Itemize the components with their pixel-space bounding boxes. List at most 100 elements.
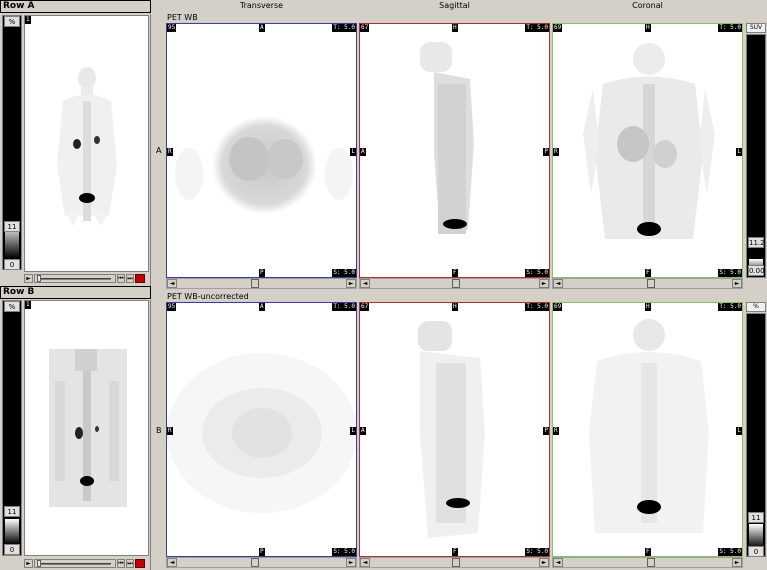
row-b-sagittal-left: A xyxy=(360,427,366,435)
row-b-coronal-thickness: T: 5.0 xyxy=(718,303,742,311)
scroll-right-arrow-icon[interactable]: ► xyxy=(732,558,742,567)
scroll-thumb[interactable] xyxy=(251,279,259,288)
column-header-transverse: Transverse xyxy=(239,1,284,10)
row-b-right-unit: % xyxy=(746,302,766,312)
slider-knob[interactable] xyxy=(37,275,41,282)
scroll-thumb[interactable] xyxy=(251,558,259,567)
row-b-coronal-view[interactable]: 69 H T: 5.0 R L F S: 5.0 xyxy=(552,302,743,557)
row-a-sagittal-slice: 67 xyxy=(360,24,370,32)
row-a-transverse-thickness: T: 5.0 xyxy=(332,24,356,32)
scroll-right-arrow-icon[interactable]: ► xyxy=(346,558,356,567)
column-header-coronal: Coronal xyxy=(632,1,663,10)
row-a-sagittal-spacing: S: 5.0 xyxy=(525,269,549,277)
row-b-sagittal-scrollbar[interactable]: ◄ ► xyxy=(359,557,550,568)
row-b-right-colorbar[interactable]: 11 0 xyxy=(746,313,766,557)
scroll-left-arrow-icon[interactable]: ◄ xyxy=(553,558,563,567)
row-a-coronal-thickness: T: 5.0 xyxy=(718,24,742,32)
row-a-sagittal-bottom: F xyxy=(452,269,458,277)
row-a-coronal-top: H xyxy=(645,24,651,32)
row-b-sagittal-view[interactable]: 67 H T: 5.0 A P F S: 5.0 xyxy=(359,302,550,557)
row-a-play-button[interactable]: ► xyxy=(24,274,33,283)
row-a-sagittal-thickness: T: 5.0 xyxy=(525,24,549,32)
row-a-transverse-view[interactable]: 95 A T: 5.0 R L P S: 5.0 xyxy=(166,23,357,278)
row-a-right-bottom-value: 0.00 xyxy=(748,265,765,276)
row-b-transverse-bottom: P xyxy=(259,548,265,556)
row-a-first-frame-button[interactable]: ⏮ xyxy=(117,274,125,283)
row-a-sagittal-scrollbar[interactable]: ◄ ► xyxy=(359,278,550,289)
row-a-left-bottom-value: 0 xyxy=(4,259,20,270)
row-b-letter: B xyxy=(156,426,162,435)
row-b-coronal-scrollbar[interactable]: ◄ ► xyxy=(552,557,743,568)
scroll-left-arrow-icon[interactable]: ◄ xyxy=(553,279,563,288)
row-b-right-bottom-value: 0 xyxy=(748,546,764,557)
row-b-coronal-spacing: S: 5.0 xyxy=(718,548,742,556)
last-frame-icon: ⏭ xyxy=(127,275,133,282)
first-frame-icon: ⏮ xyxy=(118,560,124,567)
row-b-transverse-thickness: T: 5.0 xyxy=(332,303,356,311)
column-header-sagittal: Sagittal xyxy=(439,1,470,10)
row-a-coronal-bottom: F xyxy=(645,269,651,277)
scroll-right-arrow-icon[interactable]: ► xyxy=(732,279,742,288)
row-a-sagittal-view[interactable]: 67 H T: 5.0 A P F S: 5.0 xyxy=(359,23,550,278)
row-b-left-bottom-value: 0 xyxy=(4,544,20,555)
row-a-left-colorbar[interactable]: % 11 0 xyxy=(2,15,22,270)
scroll-left-arrow-icon[interactable]: ◄ xyxy=(360,558,370,567)
row-a-transverse-scrollbar[interactable]: ◄ ► xyxy=(166,278,357,289)
scroll-left-arrow-icon[interactable]: ◄ xyxy=(360,279,370,288)
scroll-left-arrow-icon[interactable]: ◄ xyxy=(167,558,177,567)
row-b-transverse-scrollbar[interactable]: ◄ ► xyxy=(166,557,357,568)
row-b-coronal-left: R xyxy=(553,427,559,435)
row-b-transverse-slice: 95 xyxy=(167,303,177,311)
row-b-transverse-left: R xyxy=(167,427,173,435)
row-b-series-name: PET WB-uncorrected xyxy=(167,292,249,301)
row-b-coronal-right: L xyxy=(736,427,742,435)
row-b-transverse-view[interactable]: 95 A T: 5.0 R L P S: 5.0 xyxy=(166,302,357,557)
slider-track xyxy=(39,278,111,280)
scroll-right-arrow-icon[interactable]: ► xyxy=(539,558,549,567)
row-b-left-top-value: 11 xyxy=(4,506,20,517)
row-a-letter: A xyxy=(156,146,162,155)
row-a-mip-image xyxy=(57,67,117,226)
row-a-sagittal-top: H xyxy=(452,24,458,32)
row-b-last-frame-button[interactable]: ⏭ xyxy=(126,559,134,568)
row-b-mip-image xyxy=(49,349,127,507)
row-a-transverse-right: L xyxy=(350,148,356,156)
row-b-left-colorbar[interactable]: % 11 0 xyxy=(2,300,22,556)
row-a-coronal-slice: 69 xyxy=(553,24,563,32)
row-b-sagittal-bottom: F xyxy=(452,548,458,556)
row-b-coronal-bottom: F xyxy=(645,548,651,556)
row-a-right-colorbar[interactable]: 11.2 0.00 xyxy=(746,34,766,278)
row-a-coronal-scrollbar[interactable]: ◄ ► xyxy=(552,278,743,289)
scroll-thumb[interactable] xyxy=(647,279,655,288)
scroll-left-arrow-icon[interactable]: ◄ xyxy=(167,279,177,288)
play-icon: ► xyxy=(26,560,31,567)
row-b-title: Row B xyxy=(0,286,151,299)
row-a-transverse-left: R xyxy=(167,148,173,156)
row-b-transverse-spacing: S: 5.0 xyxy=(332,548,356,556)
row-b-mip-viewer[interactable]: 1 xyxy=(24,300,149,556)
scroll-thumb[interactable] xyxy=(452,558,460,567)
row-b-lock-button[interactable] xyxy=(135,559,145,568)
row-a-transverse-spacing: S: 5.0 xyxy=(332,269,356,277)
row-b-sagittal-spacing: S: 5.0 xyxy=(525,548,549,556)
row-b-first-frame-button[interactable]: ⏮ xyxy=(117,559,125,568)
row-a-lock-button[interactable] xyxy=(135,274,145,283)
row-b-play-button[interactable]: ► xyxy=(24,559,33,568)
row-a-mip-viewer[interactable]: 1 xyxy=(24,15,149,272)
row-a-sagittal-image xyxy=(420,42,474,234)
row-a-last-frame-button[interactable]: ⏭ xyxy=(126,274,134,283)
row-a-coronal-view[interactable]: 69 H T: 5.0 R L F S: 5.0 xyxy=(552,23,743,278)
play-icon: ► xyxy=(26,275,31,282)
row-a-transverse-bottom: P xyxy=(259,269,265,277)
row-b-frame-slider[interactable] xyxy=(34,559,116,568)
slider-knob[interactable] xyxy=(37,560,41,567)
row-a-left-unit: % xyxy=(4,16,20,27)
scroll-thumb[interactable] xyxy=(452,279,460,288)
row-a-transverse-slice: 95 xyxy=(167,24,177,32)
row-b-left-unit: % xyxy=(4,301,20,312)
row-a-frame-slider[interactable] xyxy=(34,274,116,283)
scroll-right-arrow-icon[interactable]: ► xyxy=(346,279,356,288)
scroll-thumb[interactable] xyxy=(647,558,655,567)
scroll-right-arrow-icon[interactable]: ► xyxy=(539,279,549,288)
row-a-coronal-right: L xyxy=(736,148,742,156)
